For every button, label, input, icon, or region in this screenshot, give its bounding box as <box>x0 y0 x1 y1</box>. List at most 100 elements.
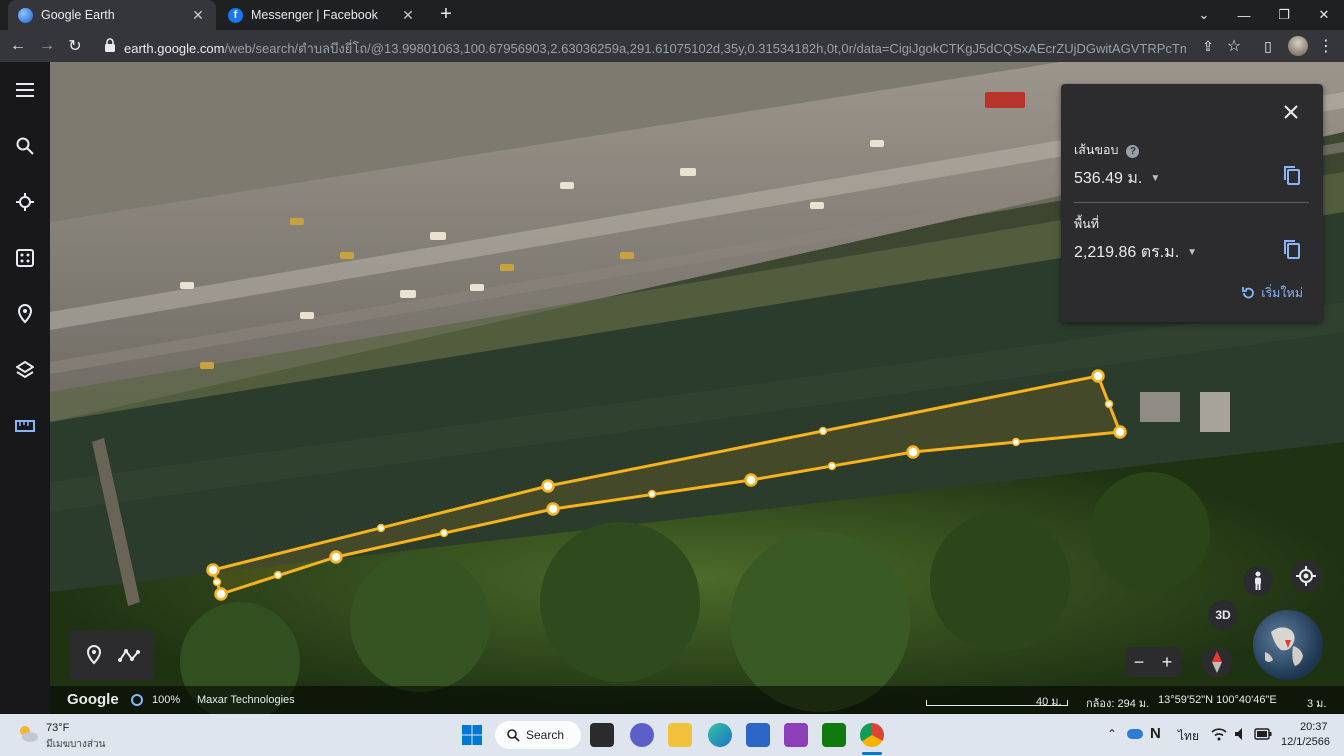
earth-map-viewport[interactable]: เส้นขอบ? 536.49 ม. ▼ พื้นที่ 2,219.86 ตร.… <box>0 62 1344 714</box>
status-bar: Google 100% Maxar Technologies 40 ม. กล้… <box>50 686 1344 714</box>
forward-button[interactable]: → <box>35 34 59 58</box>
file-explorer-icon[interactable] <box>668 723 692 747</box>
area-value: 2,219.86 ตร.ม. <box>1074 244 1180 261</box>
imagery-credit[interactable]: Maxar Technologies <box>197 694 295 706</box>
taskbar-search-label: Search <box>526 728 565 742</box>
chrome-icon[interactable] <box>860 723 884 747</box>
menu-icon[interactable] <box>12 77 38 103</box>
area-value-dropdown[interactable]: 2,219.86 ตร.ม. ▼ <box>1074 240 1197 265</box>
chevron-down-icon: ▼ <box>1150 173 1161 185</box>
drawing-tools <box>70 630 154 680</box>
volume-icon[interactable] <box>1234 727 1248 741</box>
copy-area-icon[interactable] <box>1281 238 1303 260</box>
taskbar-search[interactable]: Search <box>495 721 581 749</box>
weather-cloud-icon <box>16 722 40 746</box>
weather-temp: 73°F <box>46 722 70 734</box>
facebook-icon: f <box>228 7 243 23</box>
battery-icon[interactable] <box>1254 728 1272 740</box>
three-d-label: 3D <box>1215 608 1231 622</box>
wifi-icon[interactable] <box>1211 728 1227 741</box>
tab-title: Messenger | Facebook <box>251 8 378 22</box>
weather-desc[interactable]: มีเมฆบางส่วน <box>46 737 105 752</box>
active-app-indicator <box>862 752 882 755</box>
perimeter-label: เส้นขอบ <box>1074 143 1119 157</box>
pegman-icon[interactable] <box>1243 566 1273 596</box>
google-logo: Google <box>67 691 119 708</box>
mini-globe[interactable] <box>1253 610 1323 680</box>
measure-ruler-icon[interactable] <box>12 413 38 439</box>
task-view-icon[interactable] <box>590 723 614 747</box>
left-nav-rail <box>0 62 50 714</box>
feeling-lucky-icon[interactable] <box>12 245 38 271</box>
xbox-icon[interactable] <box>822 723 846 747</box>
zoom-out-button[interactable]: − <box>1134 652 1145 673</box>
podcast-app-icon[interactable] <box>784 723 808 747</box>
teams-chat-icon[interactable] <box>630 723 654 747</box>
tab-title: Google Earth <box>41 8 115 22</box>
loading-ring-icon <box>131 694 143 706</box>
edge-browser-icon[interactable] <box>708 723 732 747</box>
new-tab-button[interactable]: + <box>436 4 456 25</box>
input-language[interactable]: ไทย <box>1178 727 1199 746</box>
reset-button[interactable]: เริ่มใหม่ <box>1241 283 1303 303</box>
close-icon[interactable] <box>1281 102 1301 122</box>
reset-label: เริ่มใหม่ <box>1261 286 1303 300</box>
copy-perimeter-icon[interactable] <box>1281 164 1303 186</box>
onedrive-icon[interactable] <box>1127 729 1143 739</box>
chevron-down-icon: ▼ <box>1187 247 1198 259</box>
perimeter-label-row: เส้นขอบ? <box>1074 140 1140 160</box>
draw-line-icon[interactable] <box>118 648 140 662</box>
perimeter-value-dropdown[interactable]: 536.49 ม. ▼ <box>1074 166 1160 191</box>
zoom-controls: − + <box>1125 647 1181 677</box>
clock-date[interactable]: 12/1/2566 <box>1281 736 1330 748</box>
tab-google-earth[interactable]: Google Earth ✕ <box>8 0 216 30</box>
close-tab-icon[interactable]: ✕ <box>400 7 416 23</box>
coordinates: 13°59'52"N 100°40'46"E <box>1158 694 1277 706</box>
area-label: พื้นที่ <box>1074 217 1100 231</box>
windows-taskbar: 73°F มีเมฆบางส่วน Search ⌃ N ไทย 20:37 1… <box>0 714 1344 756</box>
ground-altitude: 3 ม. <box>1307 698 1327 710</box>
globe-icon <box>1265 627 1303 666</box>
address-bar[interactable]: earth.google.com/web/search/ตำบลบึงยี่โถ… <box>124 38 1186 59</box>
side-panel-icon[interactable]: ▯ <box>1256 34 1280 58</box>
panel-divider <box>1074 202 1309 203</box>
browser-titlebar: Google Earth ✕ f Messenger | Facebook ✕ … <box>0 0 1344 30</box>
url-host: earth.google.com <box>124 41 225 56</box>
clock-time[interactable]: 20:37 <box>1300 721 1328 733</box>
profile-avatar[interactable] <box>1286 34 1310 58</box>
toggle-3d-button[interactable]: 3D <box>1208 600 1238 630</box>
camera-altitude: กล้อง: 294 ม. <box>1086 698 1150 710</box>
browser-toolbar: ← → ↻ earth.google.com/web/search/ตำบลบึ… <box>0 30 1344 62</box>
maximize-button[interactable]: ❐ <box>1264 0 1304 30</box>
tab-search-icon[interactable]: ⌄ <box>1184 0 1224 30</box>
close-tab-icon[interactable]: ✕ <box>190 7 206 23</box>
map-style-layers-icon[interactable] <box>12 357 38 383</box>
measure-panel: เส้นขอบ? 536.49 ม. ▼ พื้นที่ 2,219.86 ตร.… <box>1061 84 1323 322</box>
search-icon <box>507 728 520 742</box>
windows-start-icon[interactable] <box>460 723 484 747</box>
notion-icon[interactable]: N <box>1150 725 1161 742</box>
my-location-icon[interactable] <box>1290 560 1322 592</box>
voyager-icon[interactable] <box>12 189 38 215</box>
help-icon[interactable]: ? <box>1126 145 1140 158</box>
search-icon[interactable] <box>12 133 38 159</box>
microsoft-store-icon[interactable] <box>746 723 770 747</box>
share-icon[interactable]: ⇪ <box>1196 34 1220 58</box>
close-window-button[interactable]: ✕ <box>1304 0 1344 30</box>
url-path: /web/search/ตำบลบึงยี่โถ/@13.99801063,10… <box>224 41 1186 56</box>
zoom-in-button[interactable]: + <box>1162 652 1173 673</box>
browser-menu-icon[interactable]: ⋮ <box>1314 34 1338 58</box>
minimize-button[interactable]: — <box>1224 0 1264 30</box>
reload-button[interactable]: ↻ <box>63 34 87 58</box>
add-placemark-icon[interactable] <box>86 645 102 665</box>
perimeter-value: 536.49 ม. <box>1074 170 1143 187</box>
projects-icon[interactable] <box>12 301 38 327</box>
lock-icon <box>105 38 115 52</box>
back-button[interactable]: ← <box>6 34 30 58</box>
tab-messenger[interactable]: f Messenger | Facebook ✕ <box>218 0 426 30</box>
load-percent: 100% <box>152 694 181 706</box>
bookmark-star-icon[interactable]: ☆ <box>1222 34 1246 58</box>
tray-overflow-icon[interactable]: ⌃ <box>1107 727 1117 741</box>
compass-icon[interactable] <box>1202 647 1232 677</box>
undo-icon <box>1242 287 1255 299</box>
